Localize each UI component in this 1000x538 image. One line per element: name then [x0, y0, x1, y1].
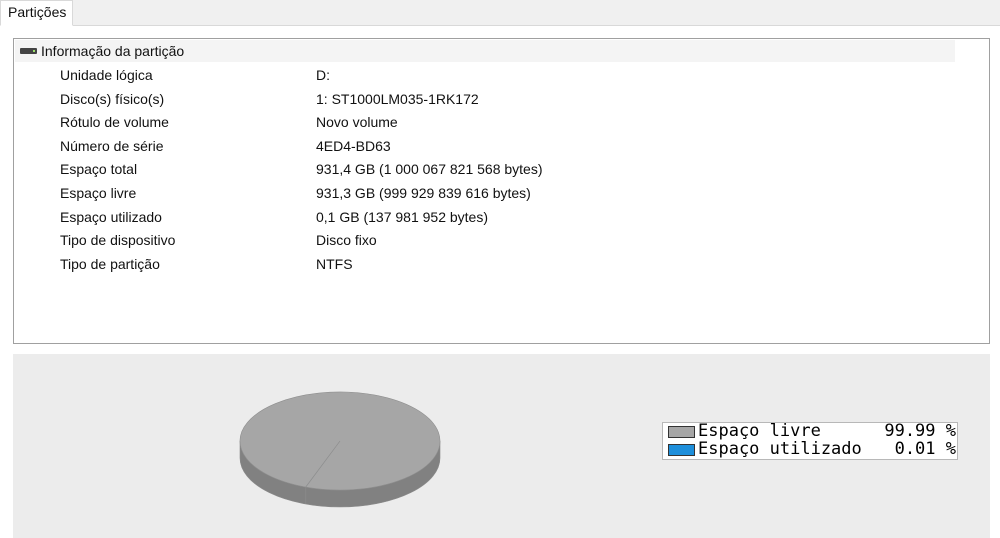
partition-info-title: Informação da partição	[41, 43, 185, 59]
info-label: Espaço utilizado	[60, 208, 162, 225]
info-value: 931,3 GB (999 929 839 616 bytes)	[316, 184, 531, 201]
legend-swatch-free	[668, 426, 695, 438]
info-row-serial-number[interactable]: Número de série 4ED4-BD63	[14, 135, 989, 159]
chart-legend: Espaço livre 99.99 % Espaço utilizado 0.…	[662, 422, 958, 460]
info-label: Tipo de partição	[60, 255, 160, 272]
partition-info-rows: Unidade lógica D: Disco(s) físico(s) 1: …	[14, 64, 989, 276]
info-row-volume-label[interactable]: Rótulo de volume Novo volume	[14, 111, 989, 135]
info-value: 4ED4-BD63	[316, 137, 391, 154]
legend-percent-used: 0.01 %	[894, 439, 956, 459]
info-value: Disco fixo	[316, 232, 377, 249]
usage-chart-area: Espaço livre 99.99 % Espaço utilizado 0.…	[13, 354, 990, 538]
info-row-used-space[interactable]: Espaço utilizado 0,1 GB (137 981 952 byt…	[14, 206, 989, 230]
legend-item-used: Espaço utilizado 0.01 %	[666, 439, 956, 459]
info-row-logical-drive[interactable]: Unidade lógica D:	[14, 64, 989, 88]
info-value: D:	[316, 67, 330, 83]
info-row-physical-disks[interactable]: Disco(s) físico(s) 1: ST1000LM035-1RK172	[14, 88, 989, 112]
partition-info-list[interactable]: Informação da partição Unidade lógica D:…	[13, 38, 990, 344]
legend-label-used: Espaço utilizado	[698, 439, 862, 459]
info-row-partition-type[interactable]: Tipo de partição NTFS	[14, 253, 989, 277]
partitions-panel: Informação da partição Unidade lógica D:…	[0, 26, 1000, 538]
info-value: Novo volume	[316, 114, 398, 131]
info-label: Tipo de dispositivo	[60, 232, 176, 249]
drive-icon	[20, 48, 37, 54]
partition-info-group-header[interactable]: Informação da partição	[15, 40, 955, 62]
info-label: Unidade lógica	[60, 67, 153, 83]
info-value: NTFS	[316, 255, 353, 272]
pie-slice-free	[240, 392, 440, 490]
legend-swatch-used	[668, 444, 695, 456]
info-row-device-type[interactable]: Tipo de dispositivo Disco fixo	[14, 229, 989, 253]
info-row-total-space[interactable]: Espaço total 931,4 GB (1 000 067 821 568…	[14, 158, 989, 182]
info-label: Espaço total	[60, 161, 138, 178]
info-label: Espaço livre	[60, 184, 137, 201]
info-value: 1: ST1000LM035-1RK172	[316, 90, 479, 107]
info-value: 931,4 GB (1 000 067 821 568 bytes)	[316, 161, 543, 178]
partitions-window: Partições Informação da partição Unidade…	[0, 0, 1000, 538]
info-label: Número de série	[60, 137, 164, 154]
info-label: Disco(s) físico(s)	[60, 90, 165, 107]
tab-particoes[interactable]: Partições	[0, 0, 74, 26]
info-row-free-space[interactable]: Espaço livre 931,3 GB (999 929 839 616 b…	[14, 182, 989, 206]
info-label: Rótulo de volume	[60, 114, 169, 131]
tab-strip: Partições	[0, 0, 1000, 26]
info-value: 0,1 GB (137 981 952 bytes)	[316, 208, 488, 225]
